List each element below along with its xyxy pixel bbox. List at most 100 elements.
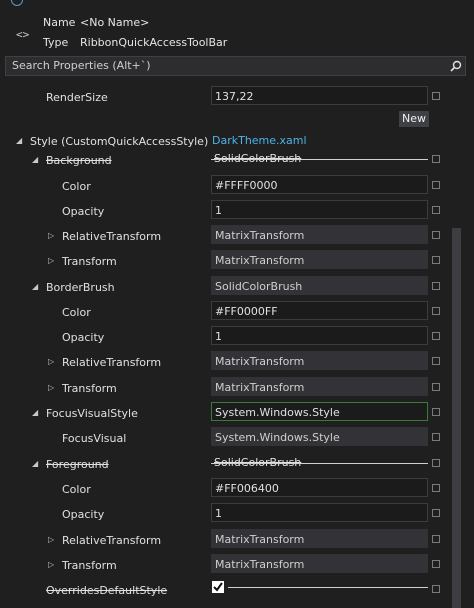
property-value-text: System.Windows.Style: [215, 406, 340, 419]
triangle-right-icon[interactable]: ▷: [48, 535, 54, 544]
property-value[interactable]: 137,22: [211, 86, 428, 105]
property-value-text: #FF0000FF: [215, 305, 278, 318]
property-value[interactable]: 1: [211, 326, 428, 345]
property-label: Color: [62, 180, 91, 193]
strike-line: [228, 587, 428, 588]
property-row: Color #FF0000FF: [0, 300, 450, 324]
property-marker[interactable]: [432, 560, 440, 568]
new-button[interactable]: New: [399, 111, 429, 127]
top-bar: [0, 0, 474, 10]
property-marker[interactable]: [432, 509, 440, 517]
property-marker[interactable]: [432, 256, 440, 264]
property-label: Color: [62, 483, 91, 496]
property-value[interactable]: System.Windows.Style: [211, 427, 428, 446]
property-marker[interactable]: [432, 231, 440, 239]
property-label: FocusVisualStyle: [46, 407, 138, 420]
search-button[interactable]: [447, 57, 465, 75]
search-input[interactable]: Search Properties (Alt+`): [5, 56, 466, 76]
property-value[interactable]: SolidColorBrush: [211, 149, 428, 168]
property-row: ◢ Foreground SolidColorBrush: [0, 452, 450, 476]
property-value[interactable]: SolidColorBrush: [211, 453, 428, 472]
property-marker[interactable]: [432, 181, 440, 189]
scrollbar-thumb[interactable]: [452, 228, 461, 608]
property-value[interactable]: MatrixTransform: [211, 554, 428, 573]
type-label: Type: [43, 36, 69, 49]
property-value[interactable]: MatrixTransform: [211, 529, 428, 548]
property-marker[interactable]: [432, 357, 440, 365]
property-value[interactable]: SolidColorBrush: [211, 276, 428, 295]
triangle-right-icon[interactable]: ▷: [48, 560, 54, 569]
property-value[interactable]: #FF006400: [211, 478, 428, 497]
property-row: RenderSize 137,22: [0, 85, 450, 109]
property-value[interactable]: MatrixTransform: [211, 250, 428, 269]
property-marker[interactable]: [432, 383, 440, 391]
property-value-text: MatrixTransform: [215, 533, 305, 546]
property-value-text: MatrixTransform: [215, 558, 305, 571]
name-value[interactable]: <No Name>: [80, 16, 149, 29]
name-label: Name: [43, 16, 76, 29]
property-value[interactable]: #FF0000FF: [211, 301, 428, 320]
property-label: Color: [62, 306, 91, 319]
property-marker[interactable]: [432, 332, 440, 340]
property-value-text: SolidColorBrush: [215, 280, 303, 293]
property-value-text: MatrixTransform: [215, 254, 305, 267]
property-label: RenderSize: [46, 91, 108, 104]
property-value[interactable]: MatrixTransform: [211, 225, 428, 244]
triangle-down-icon[interactable]: ◢: [32, 282, 38, 291]
property-marker[interactable]: [432, 433, 440, 441]
property-value[interactable]: System.Windows.Style: [211, 402, 428, 421]
triangle-right-icon[interactable]: ▷: [48, 256, 54, 265]
circle-icon: [11, 0, 23, 6]
property-marker[interactable]: [432, 459, 440, 467]
property-row: ◢ BorderBrush SolidColorBrush: [0, 275, 450, 299]
property-value[interactable]: 1: [211, 503, 428, 522]
property-label: Style (CustomQuickAccessStyle): [30, 135, 209, 148]
property-value[interactable]: MatrixTransform: [211, 377, 428, 396]
triangle-right-icon[interactable]: ▷: [48, 383, 54, 392]
triangle-down-icon[interactable]: ◢: [32, 459, 38, 468]
property-row: Opacity 1: [0, 502, 450, 526]
property-label: FocusVisual: [62, 432, 127, 445]
property-label: RelativeTransform: [62, 534, 162, 547]
property-label: Transform: [62, 255, 117, 268]
property-row: ▷ Transform MatrixTransform: [0, 376, 450, 400]
property-value-text: MatrixTransform: [215, 229, 305, 242]
triangle-right-icon[interactable]: ▷: [48, 231, 54, 240]
property-label: BorderBrush: [46, 281, 115, 294]
property-value[interactable]: 1: [211, 200, 428, 219]
search-placeholder: Search Properties (Alt+`): [12, 59, 151, 72]
checkbox[interactable]: [212, 581, 224, 593]
property-marker[interactable]: [432, 206, 440, 214]
triangle-down-icon[interactable]: ◢: [32, 155, 38, 164]
property-marker[interactable]: [432, 535, 440, 543]
property-value[interactable]: MatrixTransform: [211, 351, 428, 370]
resource-link[interactable]: DarkTheme.xaml: [212, 134, 307, 147]
strike-line: [211, 159, 428, 160]
property-value-text: MatrixTransform: [215, 355, 305, 368]
triangle-down-icon[interactable]: ◢: [16, 136, 22, 145]
property-row: ▷ RelativeTransform MatrixTransform: [0, 350, 450, 374]
property-value-text: 1: [215, 204, 222, 217]
property-marker[interactable]: [432, 282, 440, 290]
property-marker[interactable]: [432, 92, 440, 100]
property-label: Opacity: [62, 331, 105, 344]
property-row: ▷ RelativeTransform MatrixTransform: [0, 528, 450, 552]
property-marker[interactable]: [432, 585, 440, 593]
property-marker[interactable]: [432, 484, 440, 492]
property-value-text: MatrixTransform: [215, 381, 305, 394]
property-marker[interactable]: [432, 155, 440, 163]
checkmark-icon: [213, 582, 223, 592]
property-marker[interactable]: [432, 408, 440, 416]
property-row: Color #FFFF0000: [0, 174, 450, 198]
strike-line: [211, 463, 428, 464]
property-label: Foreground: [46, 458, 109, 471]
property-row: ◢ Background SolidColorBrush: [0, 148, 450, 172]
property-label: OverridesDefaultStyle: [46, 584, 168, 597]
triangle-right-icon[interactable]: ▷: [48, 357, 54, 366]
property-value-text: 137,22: [215, 90, 254, 103]
triangle-down-icon[interactable]: ◢: [32, 408, 38, 417]
property-row: FocusVisual System.Windows.Style: [0, 426, 450, 450]
property-label: RelativeTransform: [62, 230, 162, 243]
property-marker[interactable]: [432, 307, 440, 315]
property-value[interactable]: #FFFF0000: [211, 175, 428, 194]
